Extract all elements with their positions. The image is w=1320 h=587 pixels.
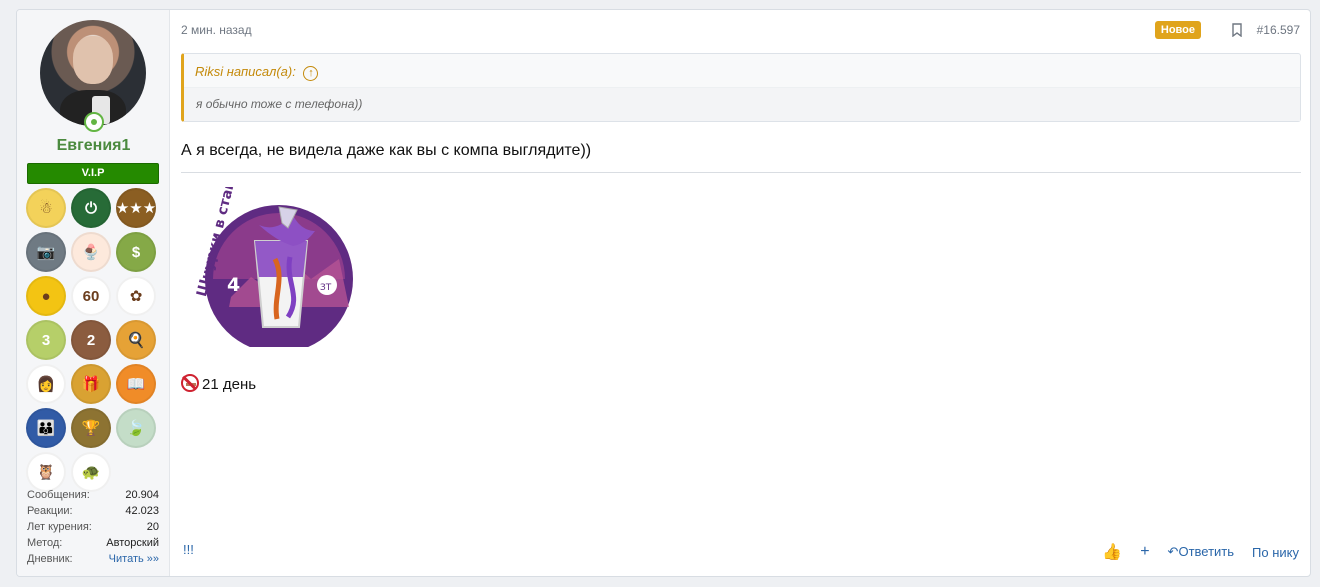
turtle-award-icon[interactable]: 🐢 <box>71 452 111 492</box>
lotus-award-icon[interactable]: ✿ <box>116 276 156 316</box>
egg-award-icon[interactable]: ● <box>26 276 66 316</box>
messages-stat: Сообщения: 20.904 <box>27 489 159 501</box>
reply-button[interactable]: ↶Ответить <box>1168 544 1234 560</box>
leaf-award-icon[interactable]: 🍃 <box>116 408 156 448</box>
signature-text[interactable]: !!! <box>183 542 194 557</box>
online-status-icon <box>84 112 104 132</box>
quote-block: Riksi написал(а): ↑ я обычно тоже с теле… <box>181 53 1301 122</box>
camera-award-icon[interactable]: 📷 <box>26 232 66 272</box>
no-smoking-icon <box>181 374 199 392</box>
chest-award-icon[interactable]: 🎁 <box>71 364 111 404</box>
arrow-up-icon[interactable]: ↑ <box>303 66 319 81</box>
by-nick-button[interactable]: По нику <box>1252 545 1299 560</box>
reactions-stat: Реакции: 42.023 <box>27 505 159 517</box>
user-avatar[interactable] <box>40 20 146 126</box>
svg-text:ЗТ: ЗТ <box>320 283 332 293</box>
post-time[interactable]: 2 мин. назад <box>181 23 252 37</box>
quote-text: я обычно тоже с телефона)) <box>184 87 1300 121</box>
book-award-icon[interactable]: 📖 <box>116 364 156 404</box>
method-stat: Метод: Авторский <box>27 537 159 549</box>
thumb-up-icon[interactable]: 👍 <box>1102 542 1122 562</box>
girl-award-icon[interactable]: 👩 <box>26 364 66 404</box>
diary-stat: Дневник: Читать »» <box>27 551 159 567</box>
post-message: А я всегда, не видела даже как вы с комп… <box>181 142 592 159</box>
reply-icon: ↶ <box>1167 544 1179 559</box>
laces-in-glass-sticker: 4 Шнурки в стакане ЗТ <box>194 187 353 347</box>
icecream-award-icon[interactable]: 🍨 <box>71 232 111 272</box>
quote-header: Riksi написал(а): ↑ <box>184 54 1300 87</box>
stars-award-icon[interactable]: ★★★ <box>116 188 156 228</box>
post-number[interactable]: #16.597 <box>1257 23 1300 37</box>
new-badge: Новое <box>1154 21 1201 39</box>
trophy-grid: ☃ ⏻ ★★★ 📷 🍨 $ ● 60 ✿ 3 2 🍳 👩 🎁 📖 👪 🏆 🍃 🦉 🐢 <box>26 188 161 492</box>
user-stats: Сообщения: 20.904 Реакции: 42.023 Лет куре… <box>27 487 159 567</box>
money-award-icon[interactable]: $ <box>116 232 156 272</box>
snowman-award-icon[interactable]: ☃ <box>26 188 66 228</box>
user-sidebar: Евгения1 V.I.P ☃ ⏻ ★★★ 📷 🍨 $ ● 60 ✿ 3 2 🍳 👩 🎁 📖 👪 🏆 🍃 🦉 🐢 С… <box>17 10 170 576</box>
smoke-free-streak: 21 день <box>181 374 257 396</box>
owl-award-icon[interactable]: 🦉 <box>26 452 66 492</box>
quote-author[interactable]: Riksi написал(а): <box>195 64 296 79</box>
smoking-years-stat: Лет курения: 20 <box>27 521 159 533</box>
username-link[interactable]: Евгения1 <box>17 137 170 155</box>
three-award-icon[interactable]: 3 <box>26 320 66 360</box>
diary-link[interactable]: Читать »» <box>109 551 159 567</box>
vip-banner: V.I.P <box>27 163 159 184</box>
people-award-icon[interactable]: 👪 <box>26 408 66 448</box>
post-main: 2 мин. назад Новое #16.597 Riksi написал… <box>181 10 1310 576</box>
post-actions: 👍 + ↶Ответить По нику <box>1102 542 1299 562</box>
plus-icon[interactable]: + <box>1140 543 1149 561</box>
forum-post: Евгения1 V.I.P ☃ ⏻ ★★★ 📷 🍨 $ ● 60 ✿ 3 2 🍳 👩 🎁 📖 👪 🏆 🍃 🦉 🐢 С… <box>16 9 1311 577</box>
gold-cup-award-icon[interactable]: 🏆 <box>71 408 111 448</box>
power-award-icon[interactable]: ⏻ <box>71 188 111 228</box>
signature-separator <box>181 172 1301 173</box>
two-award-icon[interactable]: 2 <box>71 320 111 360</box>
yoga-60-award-icon[interactable]: 60 <box>71 276 111 316</box>
sticker-number: 4 <box>227 274 240 296</box>
bookmark-icon[interactable] <box>1232 23 1242 37</box>
cook-award-icon[interactable]: 🍳 <box>116 320 156 360</box>
